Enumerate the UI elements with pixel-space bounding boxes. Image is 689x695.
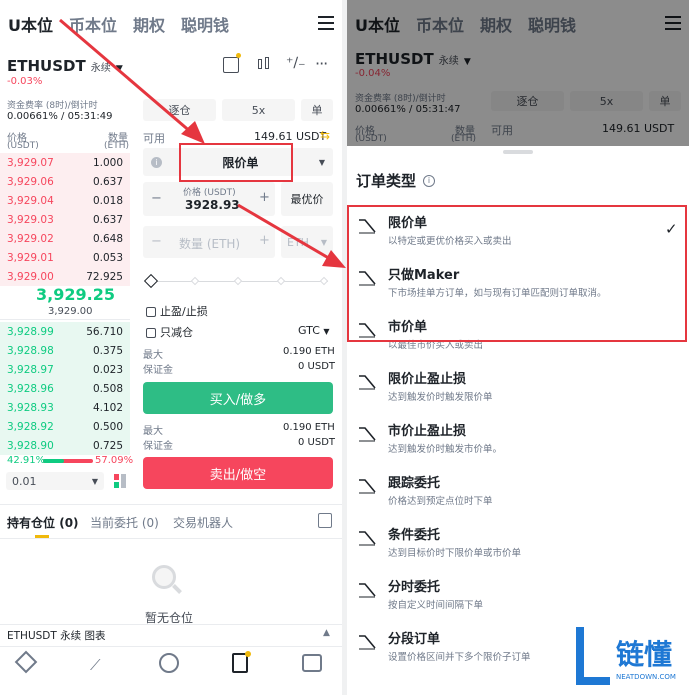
logo-mark-base: [576, 677, 610, 685]
watermark-brand: 链懂: [616, 638, 673, 671]
watermark-site: NEATDOWN.COM: [616, 673, 676, 681]
arrow-to-order-type: [59, 18, 205, 144]
screenshot-root: U本位 币本位 期权 聪明钱 ETHUSDT 永续 ▼ -0.03% ⁺∕₋ ·…: [0, 0, 689, 695]
annotation-arrows: [59, 18, 346, 268]
arrow-to-options: [237, 203, 346, 268]
watermark: 链懂 NEATDOWN.COM: [574, 625, 689, 695]
